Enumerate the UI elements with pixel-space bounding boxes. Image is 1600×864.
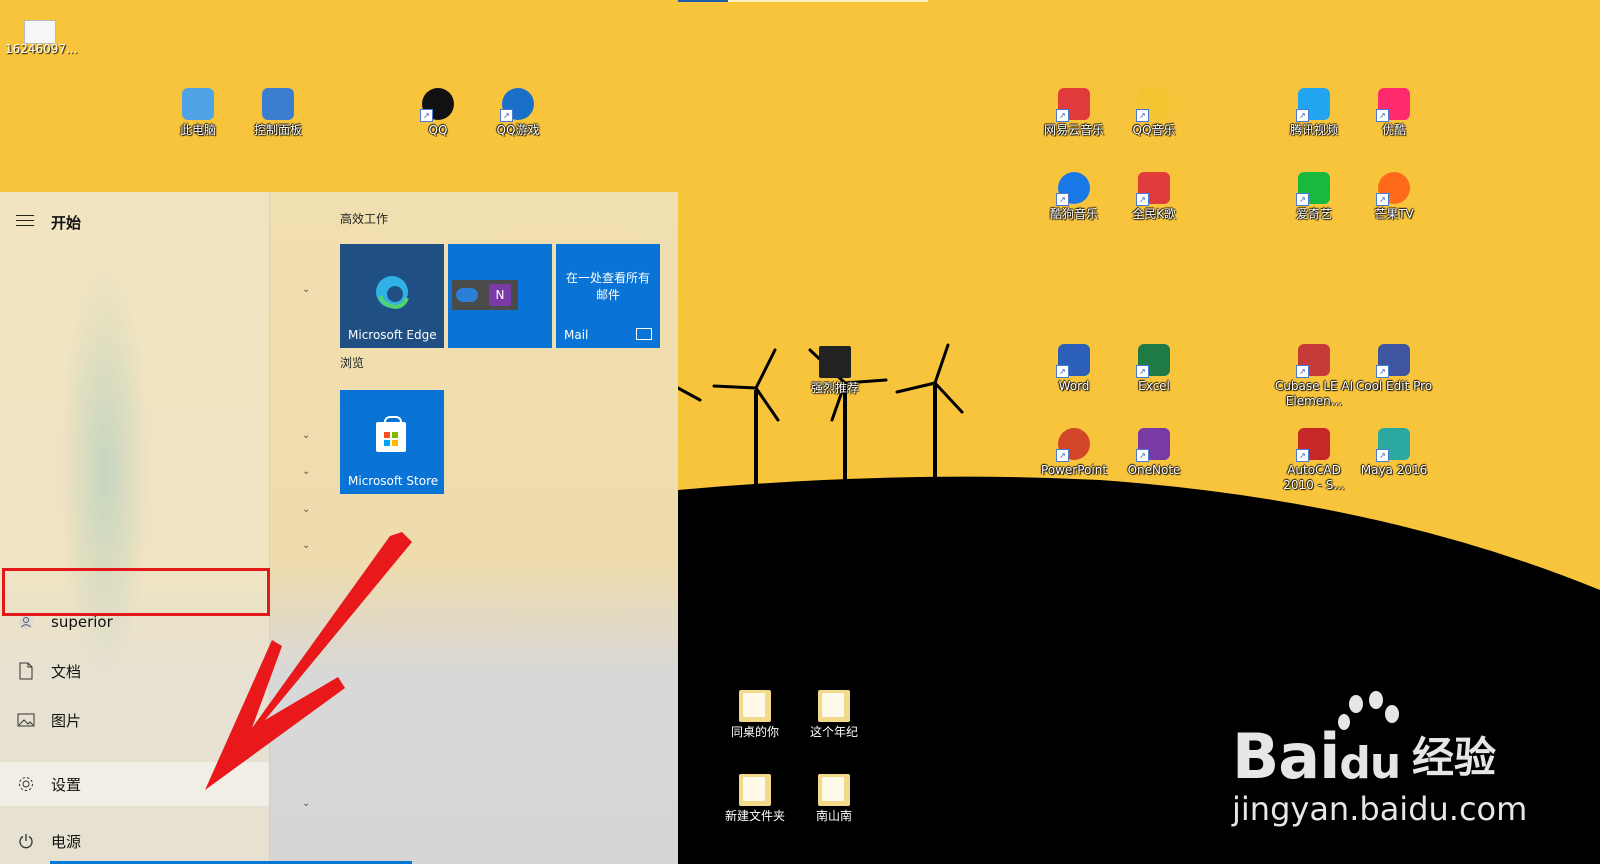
desktop-icon-cubase[interactable]: ↗ Cubase LE AI Elemen...: [1272, 344, 1356, 409]
tile-microsoft-edge[interactable]: Microsoft Edge: [340, 244, 444, 348]
mango-tv-icon: ↗: [1376, 172, 1410, 206]
desktop-icon-control-panel[interactable]: 控制面板: [236, 88, 320, 138]
powerpoint-icon: ↗: [1056, 428, 1090, 462]
desktop-icon-maya[interactable]: ↗ Maya 2016: [1352, 428, 1436, 478]
folder-icon: [818, 690, 850, 722]
control-panel-icon: [262, 88, 294, 120]
iqiyi-icon: ↗: [1296, 172, 1330, 206]
folder-icon: [739, 690, 771, 722]
desktop-icon-youku[interactable]: ↗ 优酷: [1352, 88, 1436, 138]
cubase-icon: ↗: [1296, 344, 1330, 378]
onenote-icon: N: [489, 284, 511, 306]
desktop-icon-mango-tv[interactable]: ↗ 芒果TV: [1352, 172, 1436, 222]
netease-music-icon: ↗: [1056, 88, 1090, 122]
desktop-icon-tencent-video[interactable]: ↗ 腾讯视频: [1272, 88, 1356, 138]
baidu-url: jingyan.baidu.com: [1232, 790, 1528, 828]
desktop-folder[interactable]: 南山南: [792, 774, 876, 824]
recommended-app-icon: [819, 346, 851, 378]
desktop-icon-qq-game[interactable]: ↗ QQ游戏: [476, 88, 560, 138]
hamburger-icon[interactable]: [16, 215, 34, 230]
tile-mail[interactable]: 在一处查看所有邮件 Mail: [556, 244, 660, 348]
onedrive-icon: [456, 288, 478, 302]
mail-icon: [636, 328, 652, 340]
word-icon: ↗: [1056, 344, 1090, 378]
autocad-icon: ↗: [1296, 428, 1330, 462]
desktop-folder[interactable]: 这个年纪: [792, 690, 876, 740]
tile-group-label[interactable]: 浏览: [340, 354, 364, 371]
desktop-folder[interactable]: 新建文件夹: [713, 774, 797, 824]
desktop-icon-autocad[interactable]: ↗ AutoCAD 2010 - S...: [1272, 428, 1356, 493]
tile-microsoft-store[interactable]: Microsoft Store: [340, 390, 444, 494]
excel-icon: ↗: [1136, 344, 1170, 378]
cool-edit-icon: ↗: [1376, 344, 1410, 378]
window-edge-strip: [678, 0, 728, 2]
sidebar-item-label: 电源: [51, 832, 82, 851]
tencent-video-icon: ↗: [1296, 88, 1330, 122]
pictures-icon: [16, 710, 36, 730]
onenote-icon: ↗: [1136, 428, 1170, 462]
kugou-icon: ↗: [1056, 172, 1090, 206]
sidebar-item-power[interactable]: 电源: [0, 819, 269, 863]
chevron-down-icon[interactable]: ⌄: [302, 430, 312, 441]
karaoke-bird-icon: ↗: [1136, 172, 1170, 206]
power-icon: [16, 831, 36, 851]
sidebar-item-label: 文档: [51, 662, 82, 681]
store-bag-icon: [376, 416, 406, 452]
folder-icon: [739, 774, 771, 806]
chevron-down-icon[interactable]: ⌄: [302, 504, 312, 515]
sidebar-item-label: 设置: [51, 775, 82, 794]
desktop-icon-iqiyi[interactable]: ↗ 爱奇艺: [1272, 172, 1356, 222]
baidu-brand-text: Baidu: [1232, 720, 1401, 793]
qq-game-icon: ↗: [500, 88, 534, 122]
desktop-icon-qq-music[interactable]: ↗ QQ音乐: [1112, 88, 1196, 138]
desktop-icon-word[interactable]: ↗ Word: [1032, 344, 1116, 394]
red-arrow-annotation: [205, 532, 412, 790]
desktop-icon-onenote[interactable]: ↗ OneNote: [1112, 428, 1196, 478]
chevron-down-icon[interactable]: ⌄: [302, 284, 312, 295]
maya-icon: ↗: [1376, 428, 1410, 462]
sidebar-item-label: 图片: [51, 711, 82, 730]
chevron-down-icon[interactable]: ⌄: [302, 466, 312, 477]
image-file-icon[interactable]: [24, 20, 56, 44]
desktop-file-label[interactable]: 16246097...: [5, 42, 78, 56]
qq-penguin-icon: ↗: [420, 88, 454, 122]
desktop-icon-qq[interactable]: ↗ QQ: [396, 88, 480, 138]
desktop-icon-cool-edit[interactable]: ↗ Cool Edit Pro: [1352, 344, 1436, 394]
youku-icon: ↗: [1376, 88, 1410, 122]
folder-icon: [818, 774, 850, 806]
edge-icon: [376, 276, 409, 310]
desktop-icon-powerpoint[interactable]: ↗ PowerPoint: [1032, 428, 1116, 478]
document-icon: [16, 661, 36, 681]
qq-music-icon: ↗: [1136, 88, 1170, 122]
baidu-brand-cn: 经验: [1412, 733, 1497, 782]
tile-office-folder[interactable]: N: [448, 244, 552, 348]
desktop-icon-excel[interactable]: ↗ Excel: [1112, 344, 1196, 394]
desktop-icon-recommended[interactable]: 强烈推荐: [793, 346, 877, 396]
start-menu-title: 开始: [51, 214, 82, 232]
tile-group-label[interactable]: 高效工作: [340, 210, 388, 227]
desktop-icon-netease-music[interactable]: ↗ 网易云音乐: [1032, 88, 1116, 138]
gear-icon: [16, 774, 36, 794]
desktop-icon-kugou[interactable]: ↗ 酷狗音乐: [1032, 172, 1116, 222]
desktop-icon-this-pc[interactable]: 此电脑: [156, 88, 240, 138]
desktop-folder[interactable]: 同桌的你: [713, 690, 797, 740]
desktop-icon-karaoke[interactable]: ↗ 全民K歌: [1112, 172, 1196, 222]
baidu-watermark: Baidu 经验 jingyan.baidu.com: [1232, 690, 1532, 830]
computer-icon: [182, 88, 214, 120]
window-edge-strip: [728, 0, 928, 2]
